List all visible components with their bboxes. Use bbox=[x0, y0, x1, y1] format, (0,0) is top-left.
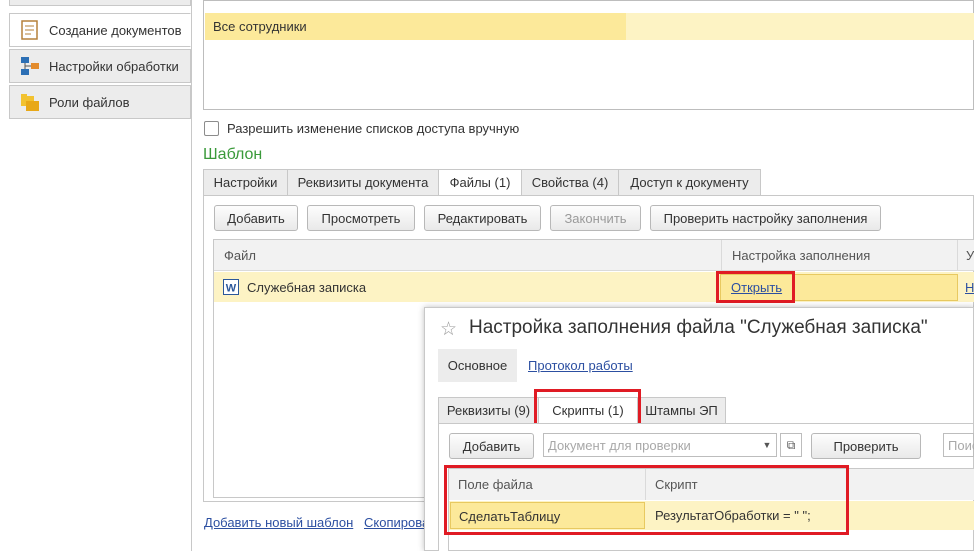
highlight-open-link bbox=[716, 271, 795, 303]
dialog-check-button[interactable]: Проверить bbox=[811, 433, 921, 459]
file-name: Служебная записка bbox=[247, 280, 367, 295]
add-button[interactable]: Добавить bbox=[214, 205, 298, 231]
nav-item-create-documents[interactable]: Создание документов bbox=[9, 13, 191, 47]
access-list-item[interactable]: Все сотрудники bbox=[205, 13, 626, 40]
dialog-add-button[interactable]: Добавить bbox=[449, 433, 534, 459]
open-document-icon[interactable]: ⧉ bbox=[780, 433, 802, 457]
third-col-link[interactable]: Н bbox=[965, 280, 974, 295]
add-new-template-link[interactable]: Добавить новый шаблон bbox=[204, 515, 353, 530]
dropdown-arrow-icon[interactable]: ▼ bbox=[757, 434, 777, 456]
col-header-third[interactable]: У bbox=[957, 240, 974, 271]
allow-manual-label: Разрешить изменение списков доступа вруч… bbox=[227, 121, 520, 136]
nav-divider bbox=[191, 0, 192, 551]
col-header-fill-settings[interactable]: Настройка заполнения bbox=[721, 240, 957, 271]
edit-button[interactable]: Редактировать bbox=[424, 205, 541, 231]
nav-item-processing-settings[interactable]: Настройки обработки bbox=[9, 49, 191, 83]
nav-item-label: Роли файлов bbox=[49, 94, 130, 110]
check-fill-settings-button[interactable]: Проверить настройку заполнения bbox=[650, 205, 881, 231]
document-icon bbox=[20, 20, 40, 40]
favorite-star-icon[interactable]: ☆ bbox=[440, 318, 457, 341]
view-button[interactable]: Просмотреть bbox=[307, 205, 415, 231]
tab-files[interactable]: Файлы (1) bbox=[438, 169, 522, 196]
dialog-tab-main[interactable]: Основное bbox=[438, 349, 517, 382]
template-section-title: Шаблон bbox=[203, 146, 263, 163]
dialog-tab-requisites[interactable]: Реквизиты (9) bbox=[438, 397, 539, 424]
highlight-scripts-grid bbox=[444, 465, 849, 535]
left-navigation: Создание документов Настройки обработки … bbox=[0, 0, 192, 551]
dialog-title: Настройка заполнения файла "Служебная за… bbox=[469, 317, 928, 338]
word-file-icon: W bbox=[223, 279, 239, 298]
dialog-tab-stamps[interactable]: Штампы ЭП bbox=[637, 397, 726, 424]
hierarchy-icon bbox=[20, 56, 40, 76]
allow-manual-checkbox-row[interactable]: Разрешить изменение списков доступа вруч… bbox=[204, 121, 519, 136]
nav-item-label: Настройки обработки bbox=[49, 58, 179, 74]
tab-settings[interactable]: Настройки bbox=[203, 169, 288, 196]
col-header-file[interactable]: Файл bbox=[214, 240, 721, 271]
nav-item-top-cut[interactable] bbox=[9, 0, 191, 6]
tab-document-requisites[interactable]: Реквизиты документа bbox=[287, 169, 439, 196]
tab-properties[interactable]: Свойства (4) bbox=[521, 169, 619, 196]
finish-button[interactable]: Закончить bbox=[550, 205, 641, 231]
highlight-scripts-tab bbox=[534, 389, 641, 427]
folder-roles-icon bbox=[20, 92, 40, 112]
nav-item-label: Создание документов bbox=[49, 22, 182, 38]
dialog-tab-work-log[interactable]: Протокол работы bbox=[528, 358, 633, 373]
svg-text:W: W bbox=[226, 283, 237, 295]
copy-template-link[interactable]: Скопирова bbox=[364, 515, 429, 530]
dialog-search-input[interactable]: Поис bbox=[943, 433, 974, 457]
allow-manual-checkbox[interactable] bbox=[204, 121, 219, 136]
nav-item-file-roles[interactable]: Роли файлов bbox=[9, 85, 191, 119]
check-document-field[interactable]: Документ для проверки bbox=[543, 433, 777, 457]
tab-document-access[interactable]: Доступ к документу bbox=[618, 169, 761, 196]
